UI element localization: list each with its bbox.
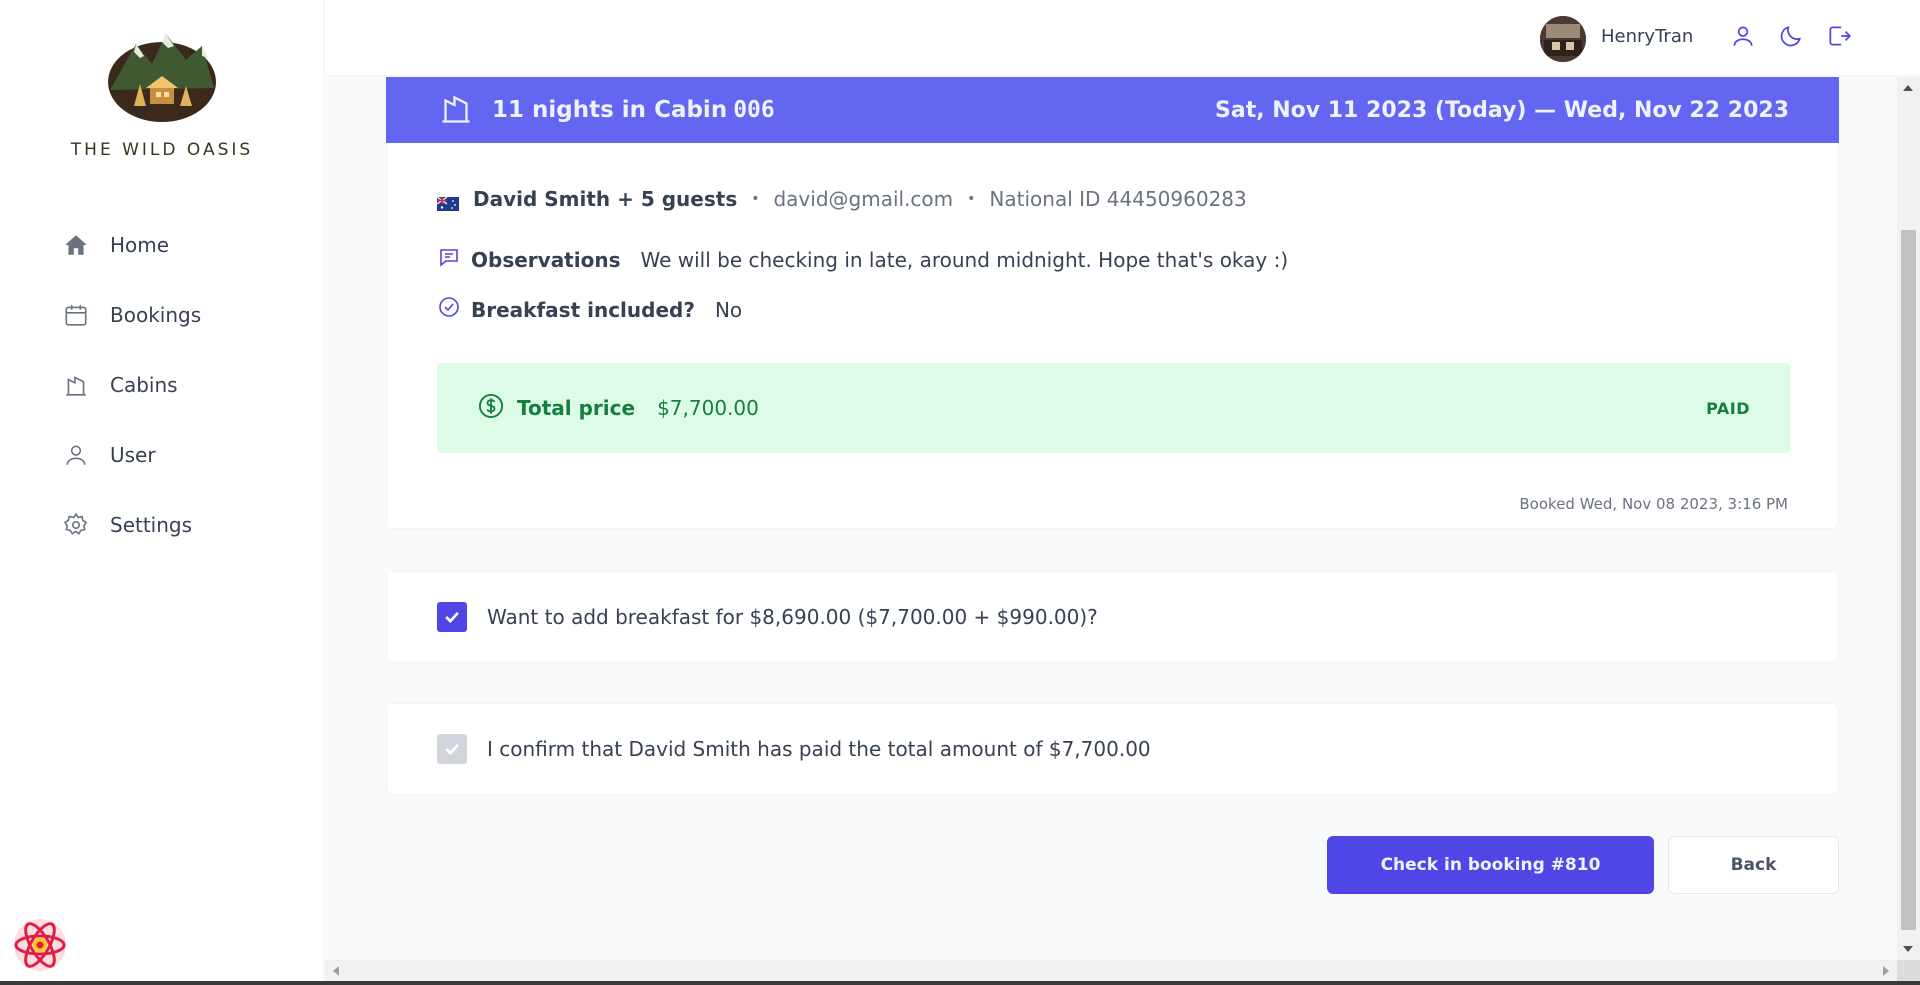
horizontal-scrollbar[interactable] [325,960,1897,981]
guest-name: David Smith + 5 guests [473,187,738,211]
check-icon [445,743,459,756]
guest-email: david@gmail.com [773,187,954,211]
breakfast-value: No [714,297,743,322]
total-price-value: $7,700.00 [657,396,759,420]
check-icon [445,611,459,624]
add-breakfast-label[interactable]: Want to add breakfast for $8,690.00 ($7,… [487,605,1098,629]
check-in-button[interactable]: Check in booking #810 [1327,836,1654,894]
account-button[interactable] [1727,22,1759,54]
calendar-icon [62,301,90,329]
home-icon [62,231,90,259]
guest-info: David Smith + 5 guests • david@gmail.com… [436,187,1247,211]
scroll-down-arrow[interactable] [1903,946,1913,952]
building-icon [438,90,474,130]
check-circle-icon [437,295,461,324]
add-breakfast-checkbox[interactable] [437,602,467,632]
confirm-paid-label: I confirm that David Smith has paid the … [487,737,1151,761]
username: HenryTran [1601,26,1694,47]
sidebar-nav: Home Bookings Cabins User Settings [52,218,284,568]
booking-header: 11 nights in Cabin 006 Sat, Nov 11 2023 (… [386,77,1839,143]
cabin-number: 006 [733,97,775,123]
vertical-scrollbar[interactable] [1897,77,1920,960]
avatar[interactable] [1540,16,1586,62]
sidebar-item-settings[interactable]: Settings [52,498,284,552]
scroll-up-arrow[interactable] [1903,85,1913,91]
sidebar-item-label: Bookings [110,303,202,327]
add-breakfast-box: Want to add breakfast for $8,690.00 ($7,… [386,571,1839,663]
observations-row: Observations We will be checking in late… [437,245,1288,274]
breakfast-row: Breakfast included? No [437,295,742,324]
moon-icon [1778,23,1804,53]
sidebar-item-home[interactable]: Home [52,218,284,272]
sidebar-item-cabins[interactable]: Cabins [52,358,284,412]
window-edge [0,981,1920,985]
sidebar-item-bookings[interactable]: Bookings [52,288,284,342]
confirm-payment-box: I confirm that David Smith has paid the … [386,703,1839,795]
logo-image [108,34,216,122]
logout-button[interactable] [1823,22,1855,54]
payment-status: PAID [1706,398,1750,418]
chat-icon [437,245,461,274]
booking-details: David Smith + 5 guests • david@gmail.com… [386,143,1839,529]
scrollbar-thumb[interactable] [1901,230,1916,930]
separator-dot: • [751,191,760,207]
breakfast-label: Breakfast included? [471,297,695,322]
total-price-box: Total price $7,700.00 PAID [437,363,1790,453]
booking-title: 11 nights in Cabin 006 [492,97,1215,123]
observations-text: We will be checking in late, around midn… [640,247,1289,272]
total-price-label: Total price [517,396,636,420]
top-header: HenryTran [325,0,1920,76]
main-content: 11 nights in Cabin 006 Sat, Nov 11 2023 (… [325,77,1897,960]
react-devtools-icon[interactable] [13,918,67,972]
separator-dot: • [967,191,976,207]
logo: THE WILD OASIS [0,30,324,160]
sidebar-item-user[interactable]: User [52,428,284,482]
sidebar-item-label: User [110,443,156,467]
dark-mode-toggle[interactable] [1775,22,1807,54]
observations-label: Observations [471,247,621,272]
gear-icon [62,511,90,539]
booking-dates: Sat, Nov 11 2023 (Today) — Wed, Nov 22 2… [1215,97,1789,123]
scroll-left-arrow[interactable] [333,966,339,976]
dollar-icon [477,392,505,424]
sidebar-item-label: Cabins [110,373,178,397]
confirm-paid-checkbox[interactable] [437,734,467,764]
sidebar-item-label: Settings [110,513,193,537]
scroll-right-arrow[interactable] [1883,966,1889,976]
flag-icon [436,192,459,211]
brand-name: THE WILD OASIS [70,140,254,160]
building-icon [62,371,90,399]
national-id: National ID 44450960283 [989,187,1247,211]
user-icon [1730,23,1756,53]
booked-at: Booked Wed, Nov 08 2023, 3:16 PM [1519,495,1788,513]
sidebar: THE WILD OASIS Home Bookings Cabins User [0,0,324,985]
user-icon [62,441,90,469]
nights-label: 11 nights in Cabin [492,97,728,123]
sidebar-item-label: Home [110,233,170,257]
back-button[interactable]: Back [1668,836,1839,894]
logout-icon [1826,23,1852,53]
